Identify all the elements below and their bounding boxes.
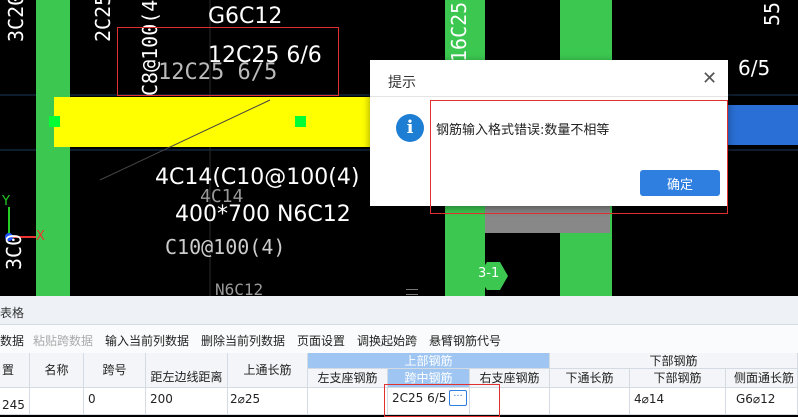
cad-label-g6c12: G6C12: [208, 4, 283, 29]
cell-col0[interactable]: 245: [0, 388, 30, 415]
header-name: 名称: [30, 353, 84, 388]
cell-side-through[interactable]: G6⌀12: [726, 388, 798, 415]
column-gray: [485, 205, 610, 233]
cad-label-n6c12: N6C12: [215, 280, 264, 296]
toolbar-page-setup-button[interactable]: 页面设置: [297, 332, 345, 349]
header-lower-group: 下部钢筋: [550, 353, 798, 369]
axis-y-label: Y: [2, 194, 10, 209]
header-upper-group: 上部钢筋: [308, 353, 550, 369]
toolbar-data-button[interactable]: 数据: [0, 332, 24, 349]
toolbar-delete-column-button[interactable]: 删除当前列数据: [201, 332, 285, 349]
cell-left-support[interactable]: [308, 388, 388, 415]
panel-header: 表格: [0, 296, 798, 325]
header-edge-dist: 距左边线距离: [146, 353, 228, 388]
header-left-support: 左支座钢筋: [308, 369, 388, 388]
cad-label-c10: C10@100(4): [165, 235, 286, 259]
header-side-through: 侧面通长筋: [726, 369, 798, 388]
cell-bottom-through[interactable]: [550, 388, 630, 415]
table-toolbar: 数据 粘贴跨数据 输入当前列数据 删除当前列数据 页面设置 调换起始跨 悬臂钢筋…: [0, 325, 798, 354]
table-panel: 表格 数据 粘贴跨数据 输入当前列数据 删除当前列数据 页面设置 调换起始跨 悬…: [0, 296, 798, 417]
cad-text-3c0: 3C0: [2, 233, 26, 270]
header-right-support: 右支座钢筋: [470, 369, 550, 388]
cell-mid-span[interactable]: 2C25 6/5 ···: [388, 388, 470, 415]
rebar-table: 置 名称 跨号 距左边线距离 上通长筋 上部钢筋 下部钢筋 左支座钢筋 跨中钢筋…: [0, 353, 798, 417]
dialog-message: 钢筋输入格式错误:数量不相等: [436, 123, 610, 138]
more-options-icon[interactable]: ···: [449, 390, 467, 406]
cell-edge-dist[interactable]: 200: [146, 388, 228, 415]
highlight-box-dialog: [430, 100, 728, 214]
cell-span-no[interactable]: 0: [84, 388, 146, 415]
cad-label-right: 6/5: [738, 56, 771, 80]
cad-axis-label: 3-1: [478, 266, 500, 281]
header-bottom-bar: 下部钢筋: [630, 369, 726, 388]
toolbar-cantilever-button[interactable]: 悬臂钢筋代号: [429, 332, 501, 349]
column-left: [36, 0, 70, 296]
toolbar-paste-span-button[interactable]: 粘贴跨数据: [33, 332, 93, 349]
header-bottom-through: 下通长筋: [550, 369, 630, 388]
cell-top-through[interactable]: 2⌀25: [228, 388, 308, 415]
toolbar-swap-span-button[interactable]: 调换起始跨: [357, 332, 417, 349]
cad-label-12c25-faint: 12C25 6/5: [158, 60, 278, 85]
header-top-through: 上通长筋: [228, 353, 308, 388]
cad-label-4c14-faint: 4C14: [200, 186, 244, 207]
cad-text-16c25: 16C25: [447, 1, 471, 62]
cell-bottom-bar[interactable]: 4⌀14: [630, 388, 726, 415]
ok-button[interactable]: 确定: [640, 170, 720, 196]
grip-mid: [295, 116, 306, 127]
close-icon[interactable]: ✕: [702, 68, 717, 89]
mid-span-value[interactable]: 2C25 6/5: [392, 391, 446, 405]
cad-text-3c20: 3C20: [4, 0, 28, 42]
cad-label-4c14: 4C14(C10@100(4): [155, 165, 360, 190]
dialog-divider: [370, 96, 728, 97]
toolbar-input-column-button[interactable]: 输入当前列数据: [105, 332, 189, 349]
cad-text-55: 55: [760, 1, 784, 26]
alert-dialog: 提示 ✕ i 钢筋输入格式错误:数量不相等 确定: [370, 60, 728, 214]
cell-right-support[interactable]: [470, 388, 550, 415]
dialog-title: 提示: [388, 75, 416, 91]
header-span-no: 跨号: [84, 353, 146, 388]
beam-yellow: [54, 97, 374, 147]
beam-blue: [728, 105, 798, 145]
cell-name[interactable]: [30, 388, 84, 415]
info-icon: i: [396, 114, 424, 142]
header-col0: 置: [0, 353, 30, 388]
splitter-handle[interactable]: [406, 289, 418, 295]
axis-x-label: X: [36, 229, 45, 244]
header-mid-span: 跨中钢筋: [388, 369, 470, 388]
grip-left: [49, 116, 60, 127]
cad-text-2c25: 2C25: [91, 0, 115, 42]
panel-title: 表格: [0, 306, 25, 320]
